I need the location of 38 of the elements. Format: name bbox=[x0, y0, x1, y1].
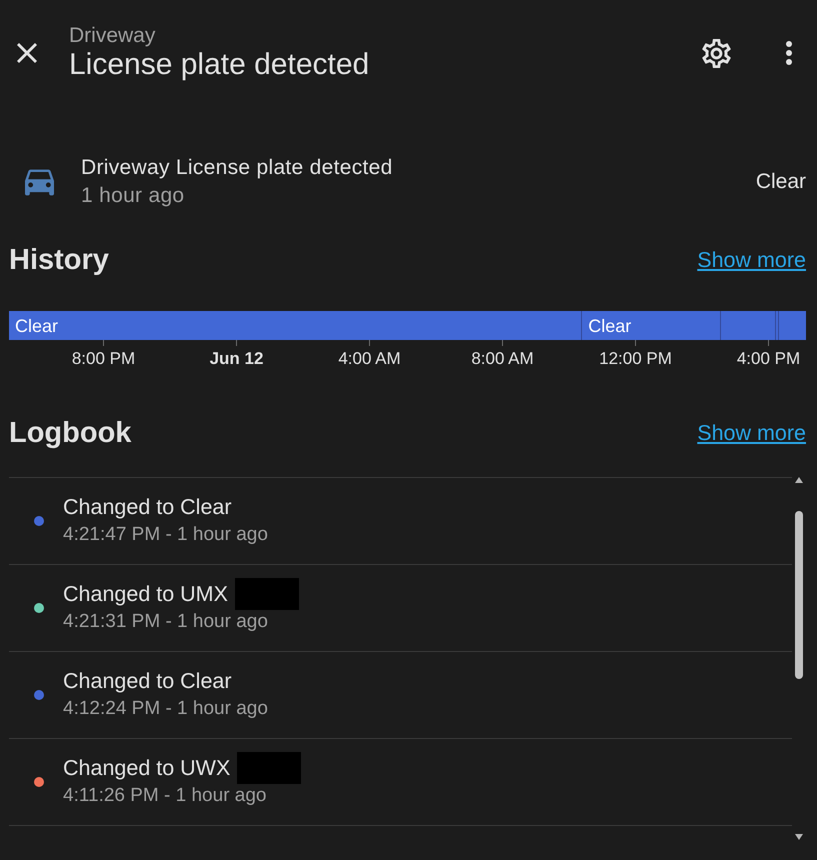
segment-label: Clear bbox=[588, 316, 632, 336]
close-icon bbox=[17, 43, 37, 63]
axis-label: 4:00 AM bbox=[338, 349, 401, 369]
settings-icon bbox=[702, 38, 730, 68]
log-message: Changed to Clear bbox=[63, 668, 232, 695]
log-message: Changed to UWX bbox=[63, 755, 230, 782]
axis-tick bbox=[369, 340, 370, 346]
segment-label: Clear bbox=[15, 316, 58, 336]
scroll-up-icon[interactable] bbox=[795, 477, 803, 483]
log-time: 4:11:26 PM - 1 hour ago bbox=[63, 784, 266, 808]
log-time: 4:12:24 PM - 1 hour ago bbox=[63, 697, 268, 721]
section-heading: History bbox=[9, 243, 109, 278]
axis-label: 12:00 PM bbox=[599, 349, 672, 369]
log-message: Changed to UMX bbox=[63, 581, 228, 608]
dialog-title: License plate detected bbox=[69, 48, 370, 82]
axis-label: 4:00 PM bbox=[736, 349, 800, 369]
log-time: 4:21:47 PM - 1 hour ago bbox=[63, 523, 268, 547]
entity-name: Driveway License plate detected bbox=[81, 155, 393, 181]
last-changed-text: 1 hour ago bbox=[81, 183, 184, 209]
section-heading: Logbook bbox=[9, 416, 132, 451]
axis-tick bbox=[103, 340, 104, 346]
scrollbar-thumb[interactable] bbox=[795, 511, 803, 679]
axis-tick bbox=[502, 340, 503, 346]
axis-label: 8:00 PM bbox=[72, 349, 136, 369]
scroll-down-icon[interactable] bbox=[795, 834, 803, 840]
axis-tick bbox=[768, 340, 769, 346]
axis-label: 8:00 AM bbox=[471, 349, 534, 369]
show-more-link[interactable]: Show more bbox=[697, 247, 806, 273]
more-options-icon bbox=[786, 41, 792, 65]
axis-tick bbox=[635, 340, 636, 346]
log-time: 4:21:31 PM - 1 hour ago bbox=[63, 610, 268, 634]
log-message: Changed to Clear bbox=[63, 494, 232, 521]
dialog-subtitle: Driveway bbox=[69, 24, 156, 48]
axis-tick bbox=[236, 340, 237, 346]
axis-label: Jun 12 bbox=[210, 349, 264, 369]
show-more-link[interactable]: Show more bbox=[697, 420, 806, 446]
state-text: Clear bbox=[756, 169, 806, 195]
car-icon bbox=[25, 168, 54, 196]
